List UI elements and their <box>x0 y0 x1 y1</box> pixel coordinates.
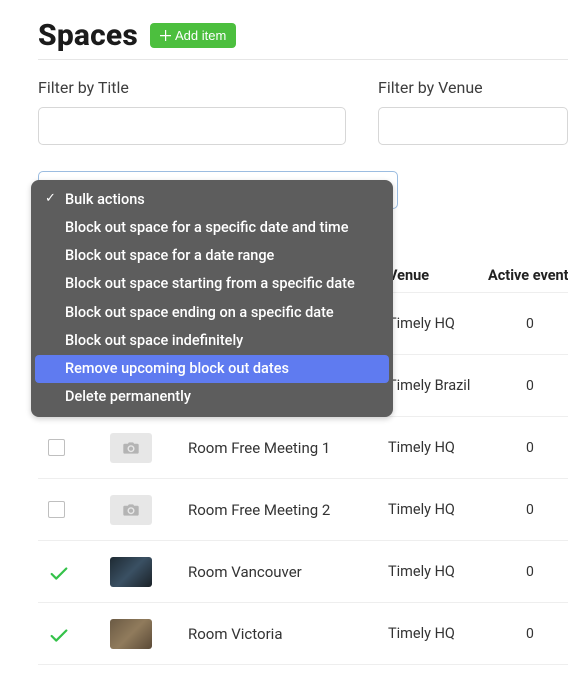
filters: Filter by Title Filter by Venue <box>38 78 568 145</box>
table-row: Room VancouverTimely HQ0 <box>38 541 568 603</box>
plus-icon <box>160 30 171 41</box>
table-row: Room VictoriaTimely HQ0 <box>38 603 568 665</box>
row-title[interactable]: Room Vancouver <box>170 563 388 581</box>
bulk-option[interactable]: Bulk actions <box>35 186 389 214</box>
row-events-count: 0 <box>488 316 568 332</box>
bulk-actions-dropdown[interactable]: Bulk actionsBlock out space for a specif… <box>31 180 393 417</box>
row-events-count: 0 <box>488 626 568 642</box>
row-events-count: 0 <box>488 502 568 518</box>
bulk-option[interactable]: Block out space for a specific date and … <box>35 214 389 242</box>
row-venue: Timely HQ <box>388 501 488 518</box>
page-title: Spaces <box>38 18 138 53</box>
row-events-count: 0 <box>488 378 568 394</box>
bulk-option[interactable]: Delete permanently <box>35 383 389 411</box>
table-row: Room Free Meeting 2Timely HQ0 <box>38 479 568 541</box>
camera-icon <box>122 441 140 455</box>
bulk-option[interactable]: Block out space for a date range <box>35 242 389 270</box>
filter-venue-col: Filter by Venue <box>378 78 568 145</box>
check-icon <box>48 563 70 585</box>
bulk-option[interactable]: Block out space starting from a specific… <box>35 270 389 298</box>
row-venue: Timely HQ <box>388 563 488 580</box>
row-venue: Timely HQ <box>388 439 488 456</box>
row-checkbox[interactable] <box>38 563 74 580</box>
row-thumbnail <box>110 619 152 649</box>
row-title[interactable]: Room Victoria <box>170 625 388 643</box>
row-checkbox[interactable] <box>38 501 74 518</box>
row-checkbox[interactable] <box>38 625 74 642</box>
filter-venue-input[interactable] <box>378 107 568 145</box>
row-checkbox[interactable] <box>38 439 74 456</box>
filter-title-label: Filter by Title <box>38 78 346 97</box>
check-icon <box>48 625 70 647</box>
row-title[interactable]: Room Free Meeting 2 <box>170 501 388 519</box>
add-item-label: Add item <box>175 28 226 43</box>
divider <box>38 59 568 60</box>
row-venue: Timely HQ <box>388 625 488 642</box>
bulk-option[interactable]: Remove upcoming block out dates <box>35 355 389 383</box>
row-events-count: 0 <box>488 440 568 456</box>
row-venue: Timely HQ <box>388 315 488 332</box>
row-events-count: 0 <box>488 564 568 580</box>
row-thumbnail <box>110 433 152 463</box>
filter-title-col: Filter by Title <box>38 78 346 145</box>
bulk-option[interactable]: Block out space indefinitely <box>35 327 389 355</box>
header: Spaces Add item <box>38 18 568 53</box>
row-title[interactable]: Room Free Meeting 1 <box>170 439 388 457</box>
camera-icon <box>122 503 140 517</box>
filter-venue-label: Filter by Venue <box>378 78 568 97</box>
row-thumbnail <box>110 557 152 587</box>
row-venue: Timely Brazil <box>388 377 488 394</box>
row-thumbnail <box>110 495 152 525</box>
bulk-option[interactable]: Block out space ending on a specific dat… <box>35 299 389 327</box>
add-item-button[interactable]: Add item <box>150 23 236 48</box>
col-venue[interactable]: Venue <box>388 267 488 284</box>
table-row: Room Free Meeting 1Timely HQ0 <box>38 417 568 479</box>
filter-title-input[interactable] <box>38 107 346 145</box>
col-events[interactable]: Active events <box>488 267 568 284</box>
